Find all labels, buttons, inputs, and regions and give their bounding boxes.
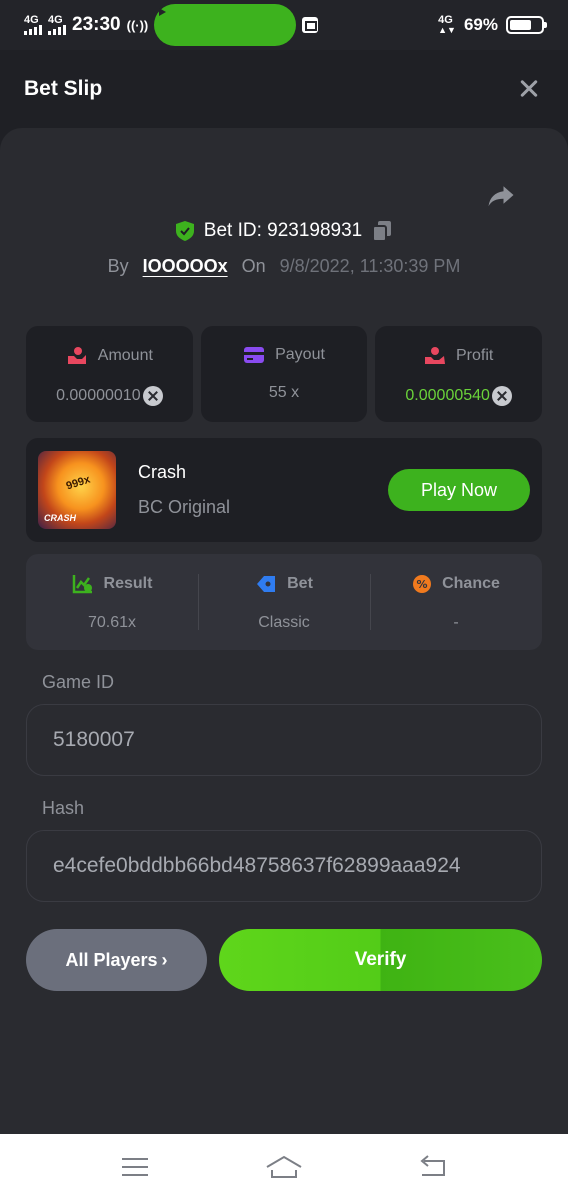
system-nav-bar <box>0 1134 568 1200</box>
mail-icon <box>302 17 319 33</box>
chart-icon <box>72 575 92 594</box>
hotspot-icon: ((·)) <box>126 17 149 33</box>
bet-date: 9/8/2022, 11:30:39 PM <box>279 256 461 276</box>
game-provider: BC Original <box>138 497 231 517</box>
game-info: Crash BC Original <box>138 462 230 518</box>
by-label: By <box>107 256 129 276</box>
results-panel: Result 70.61x Bet Classic % Chance - <box>26 554 542 650</box>
payout-icon <box>244 347 265 363</box>
battery-icon <box>506 16 547 34</box>
bet-byline: By IOOOOOx On 9/8/2022, 11:30:39 PM <box>0 256 568 277</box>
close-icon[interactable] <box>514 74 544 104</box>
coin-icon <box>142 386 163 406</box>
copy-icon[interactable] <box>372 220 392 242</box>
percent-icon: % <box>413 575 432 593</box>
header: Bet Slip <box>0 50 568 128</box>
bet-label: Bet <box>287 575 313 592</box>
chance-value: - <box>453 614 459 631</box>
menu-icon[interactable] <box>115 1152 155 1182</box>
network-type: 4G <box>48 14 63 26</box>
status-right: 4G ▲▼ 69% <box>438 14 547 36</box>
network-type: 4G <box>24 14 39 26</box>
game-id-field[interactable]: 5180007 <box>26 704 542 776</box>
result-label: Result <box>103 575 153 592</box>
signal-icon: 4G <box>24 15 42 35</box>
on-label: On <box>241 256 266 276</box>
battery-percent: 69% <box>463 15 498 34</box>
result-value: 70.61x <box>87 614 137 631</box>
data-icon: 4G ▲▼ <box>438 14 456 36</box>
profit-value: 0.00000540 <box>405 387 490 404</box>
result-column: Result 70.61x <box>26 554 198 650</box>
signal-icon: 4G <box>48 15 66 35</box>
share-icon[interactable] <box>486 180 516 210</box>
shield-check-icon <box>175 221 194 241</box>
payout-card: Payout 55 x <box>200 326 368 422</box>
payout-value: 55 x <box>268 384 300 401</box>
amount-card: Amount 0.00000010 <box>26 326 193 422</box>
amount-label: Amount <box>97 347 153 364</box>
all-players-label: All Players <box>65 949 158 970</box>
coin-icon <box>491 386 512 406</box>
thumb-brand: CRASH <box>44 513 77 523</box>
hash-label: Hash <box>42 798 85 818</box>
svg-text:%: % <box>417 578 428 591</box>
game-name: Crash <box>138 462 187 482</box>
thumb-multiplier: 999x <box>64 473 92 493</box>
stats-row: Amount 0.00000010 Payout 55 x Profit 0.0… <box>26 326 543 422</box>
bet-id: Bet ID: 923198931 <box>203 220 363 241</box>
chevron-right-icon: › <box>161 949 168 970</box>
bet-id-row: Bet ID: 923198931 <box>0 220 568 242</box>
chance-column: % Chance - <box>370 554 542 650</box>
verify-button[interactable]: Verify <box>219 929 542 991</box>
crash-game-thumbnail[interactable]: 999x CRASH <box>38 451 116 529</box>
payout-label: Payout <box>275 346 325 363</box>
tag-icon <box>257 576 276 592</box>
bet-value: Classic <box>258 614 310 631</box>
profit-card: Profit 0.00000540 <box>375 326 543 422</box>
home-icon[interactable] <box>264 1152 304 1182</box>
clock: 23:30 <box>72 14 121 35</box>
bet-slip-card: Bet ID: 923198931 By IOOOOOx On 9/8/2022… <box>0 128 568 1134</box>
profit-icon <box>425 347 445 364</box>
status-left: 4G 4G 23:30 ((·)) <box>24 4 319 46</box>
game-id-label: Game ID <box>42 672 115 692</box>
all-players-button[interactable]: All Players › <box>26 929 207 991</box>
hash-field[interactable]: e4cefe0bddbb66bd48758637f62899aaa924 <box>26 830 542 902</box>
page-title: Bet Slip <box>24 77 103 100</box>
chance-label: Chance <box>442 575 500 592</box>
username-link[interactable]: IOOOOOx <box>143 256 228 277</box>
profit-label: Profit <box>456 347 494 364</box>
amount-value: 0.00000010 <box>56 387 141 404</box>
amount-icon <box>67 347 86 364</box>
youtube-icon <box>154 4 297 46</box>
status-bar: 4G 4G 23:30 ((·)) 4G ▲▼ 69% <box>0 0 568 50</box>
game-card: 999x CRASH Crash BC Original Play Now <box>26 438 542 542</box>
play-now-button[interactable]: Play Now <box>388 469 530 511</box>
back-icon[interactable] <box>413 1152 453 1182</box>
bet-column: Bet Classic <box>198 554 370 650</box>
